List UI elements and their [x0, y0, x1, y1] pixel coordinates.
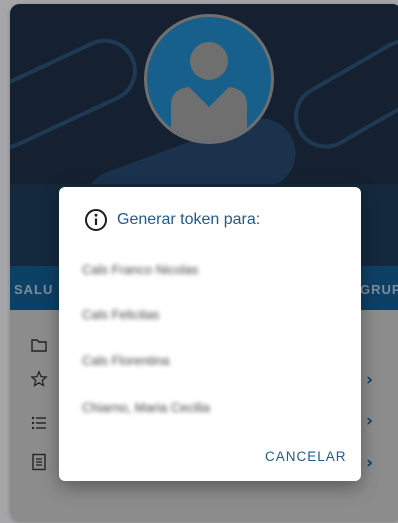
dialog-option[interactable]: Cals Florentina: [82, 353, 169, 368]
dialog-option[interactable]: Cals Felicitas: [82, 307, 159, 322]
dialog-title: Generar token para:: [117, 211, 261, 228]
info-icon: [85, 209, 107, 231]
dialog-option[interactable]: Cals Franco Nicolas: [82, 262, 198, 277]
cancel-button[interactable]: CANCELAR: [265, 449, 347, 464]
token-dialog: Generar token para: Cals Franco Nicolas …: [59, 187, 361, 481]
dialog-option[interactable]: Chiarno, Maria Cecilia: [82, 400, 210, 415]
dialog-header: Generar token para:: [84, 207, 260, 233]
